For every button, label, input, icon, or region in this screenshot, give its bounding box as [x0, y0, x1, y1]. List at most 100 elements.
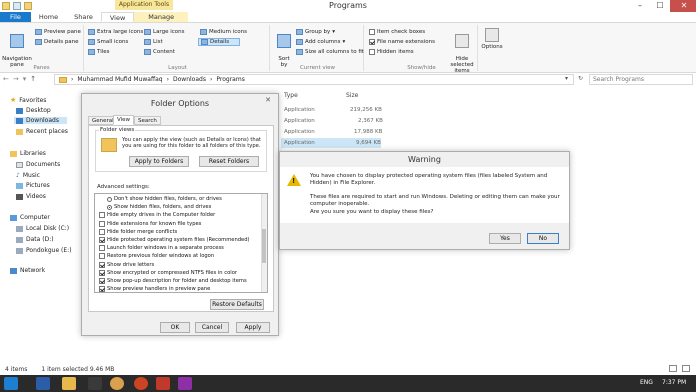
back-arrow-icon[interactable]: ← [3, 75, 9, 83]
close-icon[interactable]: ✕ [261, 96, 275, 105]
setting-item[interactable]: Hide extensions for known file types [99, 220, 201, 227]
media-icon[interactable] [156, 377, 170, 390]
apply-to-folders-button[interactable]: Apply to Folders [129, 156, 189, 167]
checkbox[interactable] [99, 228, 105, 235]
small-icons-option[interactable]: Small icons [88, 39, 128, 45]
setting-item[interactable]: Show preview handlers in preview pane [99, 286, 210, 292]
setting-item[interactable]: Hide empty drives in the Computer folder [99, 212, 215, 219]
clock[interactable]: 7:37 PM [662, 379, 686, 386]
column-size[interactable]: Size [346, 92, 358, 99]
options-button[interactable]: Options [481, 28, 503, 50]
refresh-icon[interactable]: ↻ [578, 75, 583, 82]
nav-libraries[interactable]: Libraries [10, 150, 46, 157]
tab-search[interactable]: Search [134, 116, 161, 125]
nav-network[interactable]: Network [10, 267, 45, 274]
close-icon[interactable]: ✕ [670, 0, 696, 12]
checkbox[interactable] [369, 39, 375, 45]
breadcrumb-item[interactable]: Downloads [173, 76, 206, 83]
ie-icon[interactable] [36, 377, 50, 390]
nav-downloads[interactable]: Downloads [14, 117, 67, 124]
details-view-icon[interactable] [669, 365, 677, 372]
setting-item[interactable]: Hide folder merge conflicts [99, 228, 177, 235]
firefox-icon[interactable] [110, 377, 124, 390]
checkbox[interactable] [369, 49, 375, 55]
checkbox[interactable] [99, 237, 105, 243]
checkbox[interactable] [99, 286, 105, 292]
checkbox[interactable] [99, 269, 105, 276]
item-check-boxes-toggle[interactable]: Item check boxes [369, 29, 425, 35]
setting-item[interactable]: Show drive letters [99, 261, 154, 268]
preview-pane-button[interactable]: Preview pane [35, 29, 81, 35]
nav-pondokgue-drive[interactable]: Pondokgue (E:) [16, 247, 72, 254]
apply-button[interactable]: Apply [236, 322, 270, 333]
up-arrow-icon[interactable]: ↑ [30, 75, 36, 83]
content-option[interactable]: Content [144, 49, 175, 55]
size-all-columns-button[interactable]: Size all columns to fit [296, 49, 364, 55]
setting-item[interactable]: Don't show hidden files, folders, or dri… [107, 196, 222, 202]
checkbox[interactable] [99, 212, 105, 219]
ok-button[interactable]: OK [160, 322, 190, 333]
advanced-settings-list[interactable]: Don't show hidden files, folders, or dri… [94, 193, 268, 293]
checkbox[interactable] [99, 220, 105, 227]
yes-button[interactable]: Yes [489, 233, 521, 244]
setting-item[interactable]: Show pop-up description for folder and d… [99, 278, 247, 284]
nav-music[interactable]: ♪ Music [16, 172, 40, 179]
large-icons-view-icon[interactable] [682, 365, 690, 372]
add-columns-button[interactable]: Add columns ▾ [296, 39, 345, 45]
setting-item[interactable]: Hide protected operating system files (R… [99, 237, 250, 243]
nav-desktop[interactable]: Desktop [16, 107, 51, 114]
tab-view[interactable]: View [113, 115, 135, 125]
address-dropdown-icon[interactable]: ▾ [565, 75, 568, 82]
checkbox[interactable] [99, 278, 105, 284]
nav-data-drive[interactable]: Data (D:) [16, 236, 54, 243]
checkbox[interactable] [369, 29, 375, 35]
breadcrumb-item[interactable]: Muhammad Mufid Muwaffaq [77, 76, 162, 83]
settings-scrollbar[interactable] [261, 194, 267, 292]
setting-item[interactable]: Restore previous folder windows at logon [99, 253, 214, 260]
tab-home[interactable]: Home [31, 12, 66, 22]
tiles-option[interactable]: Tiles [88, 49, 110, 55]
file-name-extensions-toggle[interactable]: File name extensions [369, 39, 435, 45]
nav-videos[interactable]: Videos [16, 193, 46, 200]
forward-arrow-icon[interactable]: → [13, 75, 19, 83]
checkbox[interactable] [99, 245, 105, 252]
language-indicator[interactable]: ENG [640, 379, 653, 386]
file-explorer-icon[interactable] [62, 377, 76, 390]
column-type[interactable]: Type [284, 92, 298, 99]
navigation-pane-button[interactable]: Navigation pane [2, 28, 32, 68]
recent-chevron-icon[interactable]: ▾ [23, 75, 27, 83]
tab-manage[interactable]: Manage [134, 12, 189, 22]
radio-button[interactable] [107, 196, 112, 202]
sort-by-button[interactable]: Sort by [274, 28, 294, 68]
hidden-items-toggle[interactable]: Hidden items [369, 49, 414, 55]
radio-button[interactable] [107, 204, 112, 210]
restore-defaults-button[interactable]: Restore Defaults [210, 299, 264, 310]
checkbox[interactable] [99, 253, 105, 260]
minimize-icon[interactable]: – [630, 0, 650, 12]
onenote-icon[interactable] [178, 377, 192, 390]
nav-favorites[interactable]: ★ Favorites [10, 96, 46, 104]
nav-pictures[interactable]: Pictures [16, 182, 50, 189]
nav-documents[interactable]: Documents [16, 161, 60, 168]
nav-computer[interactable]: Computer [10, 214, 50, 221]
nav-local-disk[interactable]: Local Disk (C:) [16, 225, 69, 232]
tab-file[interactable]: File [0, 12, 31, 22]
search-input[interactable]: Search Programs [589, 74, 693, 85]
setting-item[interactable]: Launch folder windows in a separate proc… [99, 245, 224, 252]
group-by-button[interactable]: Group by ▾ [296, 29, 335, 35]
address-bar[interactable]: › Muhammad Mufid Muwaffaq › Downloads › … [54, 74, 574, 85]
maximize-icon[interactable]: ☐ [650, 0, 670, 12]
scrollbar-thumb[interactable] [262, 229, 266, 263]
medium-icons-option[interactable]: Medium icons [200, 29, 247, 35]
app-icon[interactable] [88, 377, 102, 390]
tab-view[interactable]: View [100, 12, 135, 22]
extra-large-icons-option[interactable]: Extra large icons [88, 29, 143, 35]
setting-item[interactable]: Show encrypted or compressed NTFS files … [99, 269, 237, 276]
start-icon[interactable] [4, 377, 18, 390]
reset-folders-button[interactable]: Reset Folders [199, 156, 259, 167]
breadcrumb-item[interactable]: Programs [216, 76, 244, 83]
large-icons-option[interactable]: Large icons [144, 29, 185, 35]
cancel-button[interactable]: Cancel [195, 322, 229, 333]
details-option[interactable]: Details [198, 38, 241, 46]
setting-item[interactable]: Show hidden files, folders, and drives [107, 204, 211, 210]
